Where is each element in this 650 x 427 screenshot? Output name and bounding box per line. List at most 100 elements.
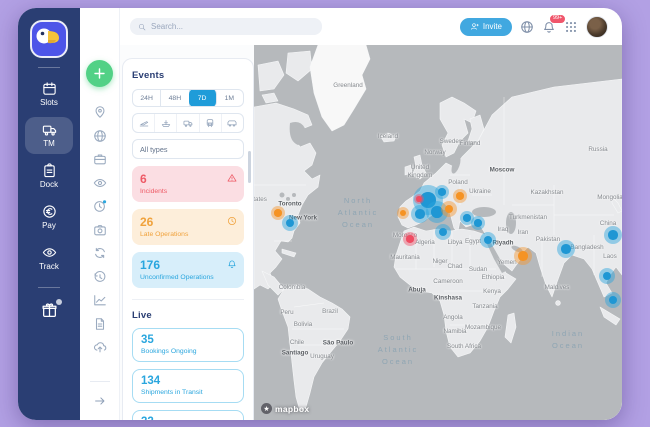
warning-icon (227, 173, 237, 183)
gift-icon[interactable] (41, 299, 62, 319)
train-icon (205, 118, 215, 128)
events-title: Events (132, 70, 165, 81)
camera-icon[interactable] (93, 223, 107, 237)
primary-sidebar: Slots TM Dock Pay Track (18, 8, 80, 420)
sidebar-divider (38, 67, 60, 68)
stat-card-incidents[interactable]: 6 Incidents (132, 166, 244, 202)
secondary-rail (80, 8, 120, 420)
content: Events 24H 48H 7D 1M All types 6 Incidents 26… (120, 45, 622, 420)
sync-icon[interactable] (93, 246, 107, 260)
live-title: Live (132, 310, 152, 321)
timerange-tabs: 24H 48H 7D 1M (132, 89, 244, 107)
stat-value: 176 (140, 258, 161, 272)
sidebar-item-track[interactable]: Track (25, 240, 73, 277)
plane-icon (139, 118, 149, 128)
map-marker-blue[interactable] (557, 240, 575, 258)
mode-ship-icon[interactable] (155, 114, 178, 132)
type-filter-select[interactable]: All types (132, 139, 244, 159)
sidebar-item-label: TM (43, 139, 55, 148)
map-marker-blue[interactable] (605, 292, 621, 308)
live-label: Bookings Ongoing (141, 348, 197, 355)
map-marker-orange[interactable] (397, 207, 409, 219)
ship-icon (161, 118, 171, 128)
user-avatar[interactable] (586, 15, 608, 38)
tab-24h[interactable]: 24H (133, 90, 162, 106)
live-card-shipments-in-transit[interactable]: 134 Shipments in Transit (132, 369, 244, 403)
map-marker-orange[interactable] (441, 201, 457, 217)
stat-value: 6 (140, 172, 147, 186)
history-icon[interactable] (93, 270, 107, 284)
document-icon[interactable] (93, 317, 107, 331)
panel-scrollbar[interactable] (248, 151, 251, 183)
chart-icon[interactable] (93, 293, 107, 307)
euro-icon (42, 204, 57, 219)
map-marker-blue[interactable] (599, 268, 615, 284)
mapbox-attribution[interactable]: ★ mapbox (261, 403, 309, 414)
panel-divider (132, 299, 244, 300)
sidebar-item-label: Track (39, 262, 59, 271)
cloud-upload-icon[interactable] (93, 340, 107, 354)
stat-label: Unconfirmed Operations (140, 274, 214, 281)
stat-card-late-operations[interactable]: 26 Late Operations (132, 209, 244, 245)
events-panel: Events 24H 48H 7D 1M All types 6 Incidents 26… (122, 58, 254, 420)
stat-card-unconfirmed-operations[interactable]: 176 Unconfirmed Operations (132, 252, 244, 288)
globe-icon[interactable] (520, 20, 534, 34)
decorative-frame: Slots TM Dock Pay Track Search... Invite… (0, 0, 650, 427)
briefcase-icon[interactable] (93, 152, 107, 166)
tab-48h[interactable]: 48H (161, 90, 190, 106)
calendar-icon (42, 81, 57, 96)
search-input[interactable] (151, 22, 314, 31)
topbar: Invite 99+ (120, 8, 622, 45)
search-box[interactable] (130, 18, 322, 35)
apps-grid-icon[interactable] (564, 20, 578, 34)
tab-7d[interactable]: 7D (188, 90, 217, 106)
live-cards: 35 Bookings Ongoing 134 Shipments in Transi… (132, 328, 244, 420)
map-marker-red[interactable] (414, 194, 424, 204)
live-value: 35 (141, 334, 154, 346)
sidebar-item-pay[interactable]: Pay (25, 199, 73, 236)
map-marker-blue[interactable] (480, 232, 496, 248)
clock-icon (227, 216, 237, 226)
map-marker-red[interactable] (403, 232, 417, 246)
arrow-right-icon[interactable] (93, 394, 107, 408)
map[interactable]: Greenland Iceland Norway Sweden Finland Unite… (254, 45, 622, 420)
invite-button[interactable]: Invite (459, 17, 512, 36)
stat-cards: 6 Incidents 26 Late Operations 176 Unconfirme… (132, 166, 244, 288)
map-marker-blue[interactable] (604, 226, 622, 244)
sidebar-item-tm[interactable]: TM (25, 117, 73, 154)
app-window: Slots TM Dock Pay Track Search... Invite… (18, 8, 622, 420)
mode-van-icon[interactable] (222, 114, 243, 132)
clipboard-icon (42, 163, 57, 178)
live-value: 134 (141, 375, 161, 387)
truck-small-icon (183, 118, 193, 128)
live-card-pickups-planned-today[interactable]: 32Pickups Planned Today (132, 410, 244, 420)
map-marker-blue[interactable] (471, 216, 485, 230)
app-logo[interactable] (30, 20, 68, 58)
bell-icon[interactable]: 99+ (542, 13, 567, 34)
eye-icon[interactable] (93, 176, 107, 190)
map-marker-blue[interactable] (282, 215, 298, 231)
tab-1m[interactable]: 1M (216, 90, 243, 106)
truck-icon (42, 122, 57, 137)
mode-truck-small-icon[interactable] (177, 114, 200, 132)
sidebar-item-slots[interactable]: Slots (25, 76, 73, 113)
plus-icon (93, 67, 106, 80)
globe-icon[interactable] (93, 129, 107, 143)
map-marker-blue[interactable] (435, 185, 449, 199)
sidebar-item-label: Pay (42, 221, 56, 230)
invite-label: Invite (482, 22, 502, 31)
rail-icons (93, 105, 107, 364)
sidebar-item-dock[interactable]: Dock (25, 158, 73, 195)
mapbox-label: mapbox (275, 403, 310, 414)
map-marker-orange[interactable] (453, 189, 467, 203)
gift-badge-dot (55, 299, 62, 305)
mode-plane-icon[interactable] (133, 114, 156, 132)
add-button[interactable] (86, 60, 113, 87)
map-marker-orange[interactable] (514, 247, 532, 265)
map-marker-blue[interactable] (435, 224, 451, 240)
clock-dot-icon[interactable] (93, 199, 107, 213)
map-marker-blue[interactable] (411, 205, 429, 223)
live-card-bookings-ongoing[interactable]: 35 Bookings Ongoing (132, 328, 244, 362)
mode-train-icon[interactable] (200, 114, 222, 132)
pin-icon[interactable] (93, 105, 107, 119)
